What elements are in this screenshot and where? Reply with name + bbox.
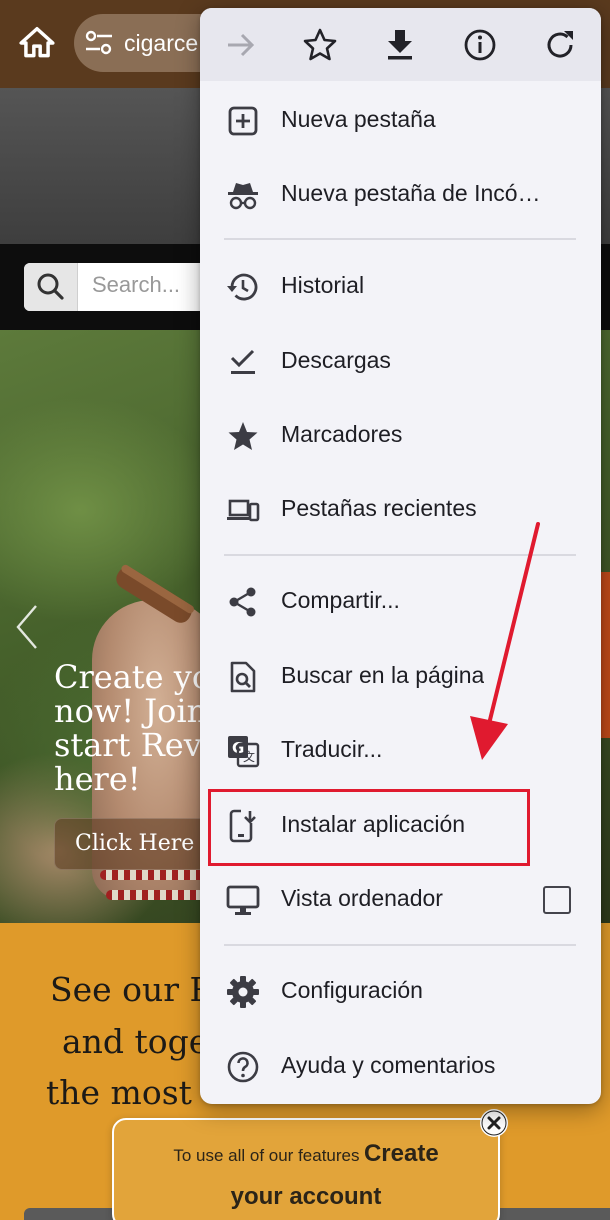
- popup-message: To use all of our features Create your a…: [114, 1134, 498, 1220]
- hero-click-here-button[interactable]: Click Here: [54, 818, 214, 870]
- hero-headline-line: start Revi: [54, 726, 213, 764]
- translate-icon: G 文: [228, 736, 260, 768]
- hero-cigar-image: [116, 564, 194, 623]
- svg-text:文: 文: [243, 749, 255, 764]
- url-text[interactable]: cigarce: [124, 30, 198, 57]
- promo-text-line: See our R: [50, 970, 215, 1009]
- hero-headline-line: Create yo: [54, 660, 212, 696]
- settings-gear-icon: [227, 976, 259, 1008]
- menu-item-label: Ayuda y comentarios: [281, 1052, 496, 1078]
- hero-headline-line: now! Join: [54, 692, 208, 730]
- hero-headline-line: here!: [54, 760, 141, 796]
- help-icon: [227, 1051, 259, 1083]
- annotation-arrow: [470, 522, 540, 760]
- popup-text-small: To use all of our features: [173, 1146, 360, 1165]
- menu-divider: [224, 238, 576, 240]
- find-in-page-icon: [230, 661, 256, 693]
- desktop-icon: [226, 885, 260, 915]
- popup-text-bold[interactable]: your account: [231, 1183, 382, 1210]
- devices-icon: [227, 499, 260, 522]
- hero-button-label: Click Here: [75, 831, 195, 856]
- popup-text-bold[interactable]: Create: [364, 1140, 439, 1167]
- hero-side-accent: [600, 572, 610, 738]
- menu-item-label: Nueva pestaña de Incó…: [281, 180, 541, 206]
- history-icon: [227, 273, 258, 301]
- menu-item-downloads[interactable]: Descargas: [200, 325, 601, 399]
- star-icon[interactable]: [300, 25, 340, 65]
- carousel-prev-icon[interactable]: [14, 604, 40, 650]
- create-account-popup[interactable]: To use all of our features Create your a…: [112, 1118, 500, 1220]
- menu-item-bookmarks[interactable]: Marcadores: [200, 399, 601, 473]
- site-search-input[interactable]: Search...: [92, 272, 180, 298]
- menu-item-label: Historial: [281, 272, 365, 298]
- site-settings-icon[interactable]: [84, 29, 114, 57]
- menu-divider: [224, 944, 576, 946]
- incognito-icon: [228, 183, 258, 210]
- site-search-button[interactable]: [24, 263, 78, 311]
- popup-close-button[interactable]: [480, 1109, 508, 1137]
- menu-item-label: Buscar en la página: [281, 662, 485, 688]
- share-icon: [229, 587, 256, 617]
- menu-item-settings[interactable]: Configuración: [200, 955, 601, 1029]
- menu-item-label: Pestañas recientes: [281, 495, 477, 521]
- menu-item-help-feedback[interactable]: Ayuda y comentarios: [200, 1030, 601, 1104]
- reload-icon[interactable]: [540, 25, 580, 65]
- menu-item-label: Traducir...: [281, 736, 383, 762]
- home-icon[interactable]: [18, 24, 56, 62]
- menu-item-label: Descargas: [281, 347, 391, 373]
- download-icon[interactable]: [380, 25, 420, 65]
- close-icon: [481, 1110, 507, 1136]
- search-icon: [37, 273, 64, 300]
- menu-item-label: Vista ordenador: [281, 885, 443, 911]
- downloads-icon: [230, 349, 255, 374]
- promo-text-line: the most: [46, 1073, 192, 1112]
- menu-toolbar: [200, 8, 601, 81]
- desktop-site-checkbox[interactable]: [543, 886, 571, 914]
- menu-item-history[interactable]: Historial: [200, 250, 601, 324]
- annotation-highlight-box: [208, 789, 530, 866]
- info-icon[interactable]: [460, 25, 500, 65]
- menu-item-label: Marcadores: [281, 421, 403, 447]
- menu-item-label: Nueva pestaña: [281, 106, 436, 132]
- menu-item-label: Configuración: [281, 977, 423, 1003]
- forward-icon[interactable]: [220, 25, 260, 65]
- new-tab-icon: [228, 106, 258, 136]
- bookmarks-star-icon: [228, 422, 258, 450]
- menu-item-incognito[interactable]: Nueva pestaña de Incó…: [200, 158, 601, 232]
- menu-item-desktop-site[interactable]: Vista ordenador: [200, 863, 601, 937]
- hero-headline: Create yo now! Join start Revi here!: [54, 660, 224, 796]
- menu-item-label: Compartir...: [281, 587, 400, 613]
- promo-text-line: and toge: [62, 1022, 209, 1061]
- menu-item-new-tab[interactable]: Nueva pestaña: [200, 84, 601, 158]
